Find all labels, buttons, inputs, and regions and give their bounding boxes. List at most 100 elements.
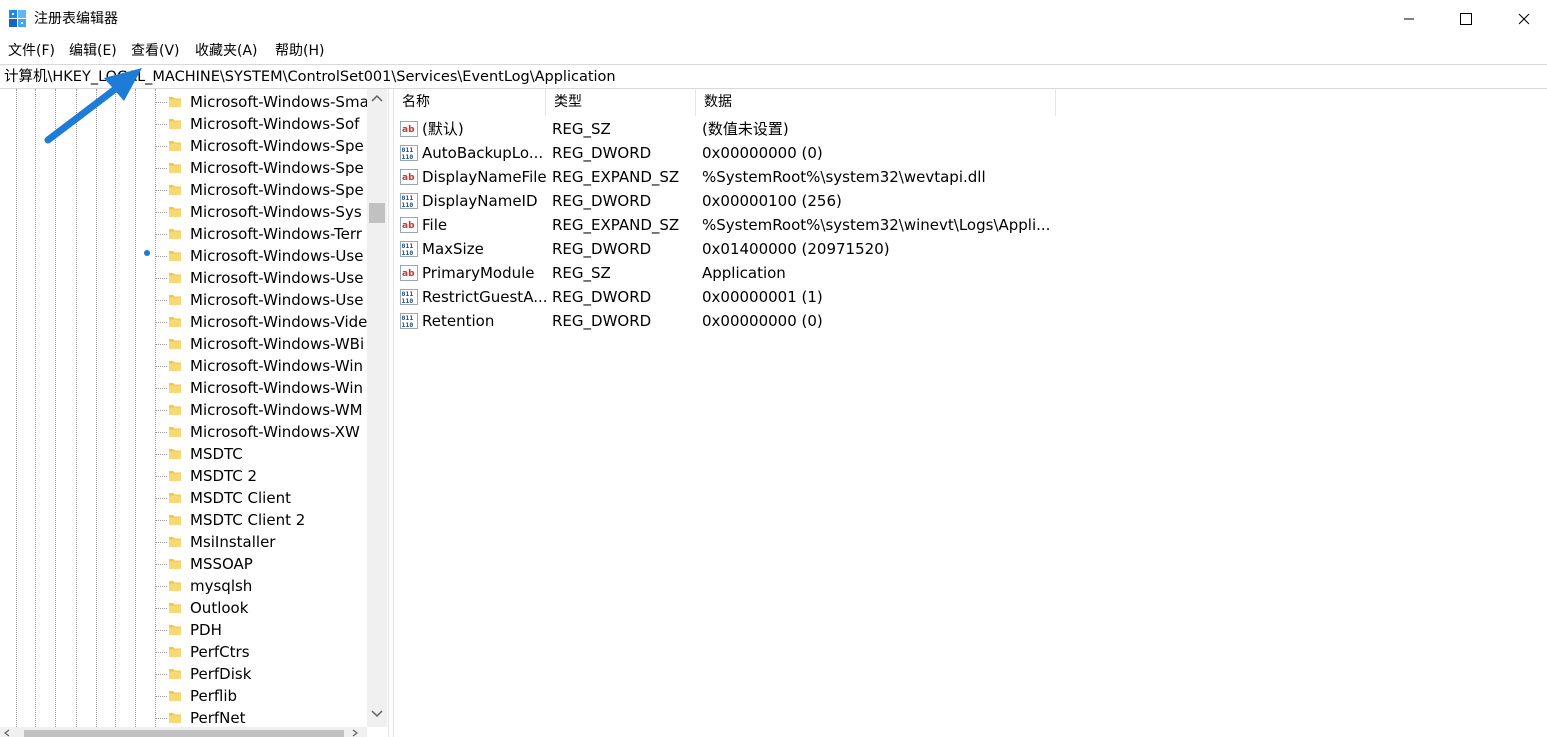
tree-guide-line (55, 89, 56, 737)
binary-value-icon: 011110 (400, 145, 418, 161)
tree-item[interactable]: Microsoft-Windows-Sof (155, 113, 367, 135)
address-path[interactable]: 计算机\HKEY_LOCAL_MACHINE\SYSTEM\ControlSet… (4, 68, 616, 86)
value-row[interactable]: 011 110 AutoBackupLo... REG_DWORD 0x00000000… (394, 141, 1094, 165)
folder-icon (169, 97, 181, 107)
menu-favorites[interactable]: 收藏夹(A) (195, 42, 258, 60)
column-header-data[interactable]: 数据 (696, 89, 1056, 116)
minimize-icon (1404, 18, 1414, 20)
folder-icon (169, 647, 181, 657)
tree-item[interactable]: Microsoft-Windows-Spe (155, 157, 367, 179)
folder-icon (169, 493, 181, 503)
tree-item[interactable]: Microsoft-Windows-Win (155, 377, 367, 399)
tree-vertical-scrollbar[interactable] (367, 89, 387, 727)
tree-item[interactable]: Perflib (155, 685, 367, 707)
value-data: (数值未设置) (702, 120, 789, 138)
folder-icon (169, 185, 181, 195)
tree-item[interactable]: Microsoft-Windows-Use (155, 267, 367, 289)
menu-help[interactable]: 帮助(H) (275, 42, 324, 60)
tree-item[interactable]: PerfNet (155, 707, 367, 729)
tree-item[interactable]: PDH (155, 619, 367, 641)
tree-item-label: Microsoft-Windows-Sof (190, 115, 360, 133)
minimize-button[interactable] (1380, 0, 1438, 38)
tree-item-label: Microsoft-Windows-Use (190, 291, 364, 309)
value-name: PrimaryModule (422, 264, 535, 282)
scroll-left-icon[interactable] (4, 729, 10, 737)
folder-icon (169, 515, 181, 525)
tree-horizontal-scrollbar[interactable] (0, 727, 367, 737)
value-row[interactable]: ab PrimaryModule REG_SZ Application (394, 261, 1094, 285)
value-row[interactable]: ab DisplayNameFile REG_EXPAND_SZ %SystemRoo… (394, 165, 1094, 189)
tree-item[interactable]: Microsoft-Windows-Use (155, 289, 367, 311)
value-data: %SystemRoot%\system32\winevt\Logs\Appli.… (702, 216, 1051, 234)
value-row[interactable]: 011 110 Retention REG_DWORD 0x00000000 (0) (394, 309, 1094, 333)
value-row[interactable]: 011 110 RestrictGuestA... REG_DWORD 0x000000… (394, 285, 1094, 309)
maximize-icon (1460, 13, 1472, 25)
menu-edit[interactable]: 编辑(E) (69, 42, 117, 60)
menu-view[interactable]: 查看(V) (131, 42, 180, 60)
tree-item[interactable]: mysqlsh (155, 575, 367, 597)
value-row[interactable]: 011 110 DisplayNameID REG_DWORD 0x00000100 (… (394, 189, 1094, 213)
tree-item[interactable]: Microsoft-Windows-Sys (155, 201, 367, 223)
scroll-down-icon[interactable] (371, 710, 383, 718)
tree-item[interactable]: MSDTC Client 2 (155, 509, 367, 531)
tree-item[interactable]: Microsoft-Windows-Win (155, 355, 367, 377)
tree-item-label: Outlook (190, 599, 249, 617)
tree-connector (155, 322, 167, 323)
tree-item[interactable]: Microsoft-Windows-WBi (155, 333, 367, 355)
tree-connector (155, 542, 167, 543)
value-row[interactable]: 011 110 MaxSize REG_DWORD 0x01400000 (209715… (394, 237, 1094, 261)
svg-text:110: 110 (402, 153, 414, 161)
tree-item[interactable]: MsiInstaller (155, 531, 367, 553)
value-row[interactable]: ab (默认) REG_SZ (数值未设置) (394, 117, 1094, 141)
value-data: 0x01400000 (20971520) (702, 240, 890, 258)
tree-vertical-scroll-thumb[interactable] (369, 203, 385, 223)
value-data: 0x00000000 (0) (702, 312, 823, 330)
folder-icon (169, 691, 181, 701)
tree-connector (155, 476, 167, 477)
tree-item[interactable]: Microsoft-Windows-WM (155, 399, 367, 421)
tree-item[interactable]: Microsoft-Windows-Spe (155, 135, 367, 157)
tree-connector (155, 586, 167, 587)
binary-value-icon: 011110 (400, 313, 418, 329)
close-button[interactable] (1495, 0, 1547, 38)
tree-item[interactable]: Microsoft-Windows-Sma (155, 91, 367, 113)
tree-item-label: PerfDisk (190, 665, 252, 683)
tree-connector (155, 696, 167, 697)
tree-item[interactable]: PerfCtrs (155, 641, 367, 663)
folder-icon (169, 339, 181, 349)
scroll-right-icon[interactable] (352, 729, 358, 737)
address-bar[interactable]: 计算机\HKEY_LOCAL_MACHINE\SYSTEM\ControlSet… (0, 64, 1547, 89)
binary-value-icon: 011110 (400, 193, 418, 209)
tree-item[interactable]: Microsoft-Windows-XW (155, 421, 367, 443)
tree-item[interactable]: Outlook (155, 597, 367, 619)
string-value-icon: ab (400, 217, 418, 233)
maximize-button[interactable] (1437, 0, 1495, 38)
tree-item[interactable]: PerfDisk (155, 663, 367, 685)
tree-connector (155, 102, 167, 103)
tree-connector (155, 564, 167, 565)
folder-icon (169, 163, 181, 173)
column-header-type[interactable]: 类型 (546, 89, 696, 116)
tree-connector (155, 608, 167, 609)
tree-item[interactable]: Microsoft-Windows-Terr (155, 223, 367, 245)
tree-horizontal-scroll-thumb[interactable] (24, 730, 344, 737)
tree-item[interactable]: Microsoft-Windows-Use (155, 245, 367, 267)
tree-connector (155, 432, 167, 433)
tree-item-label: MsiInstaller (190, 533, 276, 551)
column-header-name[interactable]: 名称 (394, 89, 546, 116)
tree-item[interactable]: Microsoft-Windows-Spe (155, 179, 367, 201)
scroll-up-icon[interactable] (371, 94, 383, 102)
menu-file[interactable]: 文件(F) (8, 42, 55, 60)
tree-item[interactable]: MSSOAP (155, 553, 367, 575)
tree-item[interactable]: MSDTC Client (155, 487, 367, 509)
tree-connector (155, 652, 167, 653)
tree-item-label: Microsoft-Windows-Spe (190, 159, 364, 177)
value-row[interactable]: ab File REG_EXPAND_SZ %SystemRoot%\system32… (394, 213, 1094, 237)
svg-text:110: 110 (402, 297, 414, 305)
value-data: 0x00000000 (0) (702, 144, 823, 162)
tree-item[interactable]: MSDTC 2 (155, 465, 367, 487)
tree-item[interactable]: Microsoft-Windows-Vide (155, 311, 367, 333)
tree-item-label: MSSOAP (190, 555, 253, 573)
value-name: (默认) (422, 120, 464, 138)
tree-item[interactable]: MSDTC (155, 443, 367, 465)
